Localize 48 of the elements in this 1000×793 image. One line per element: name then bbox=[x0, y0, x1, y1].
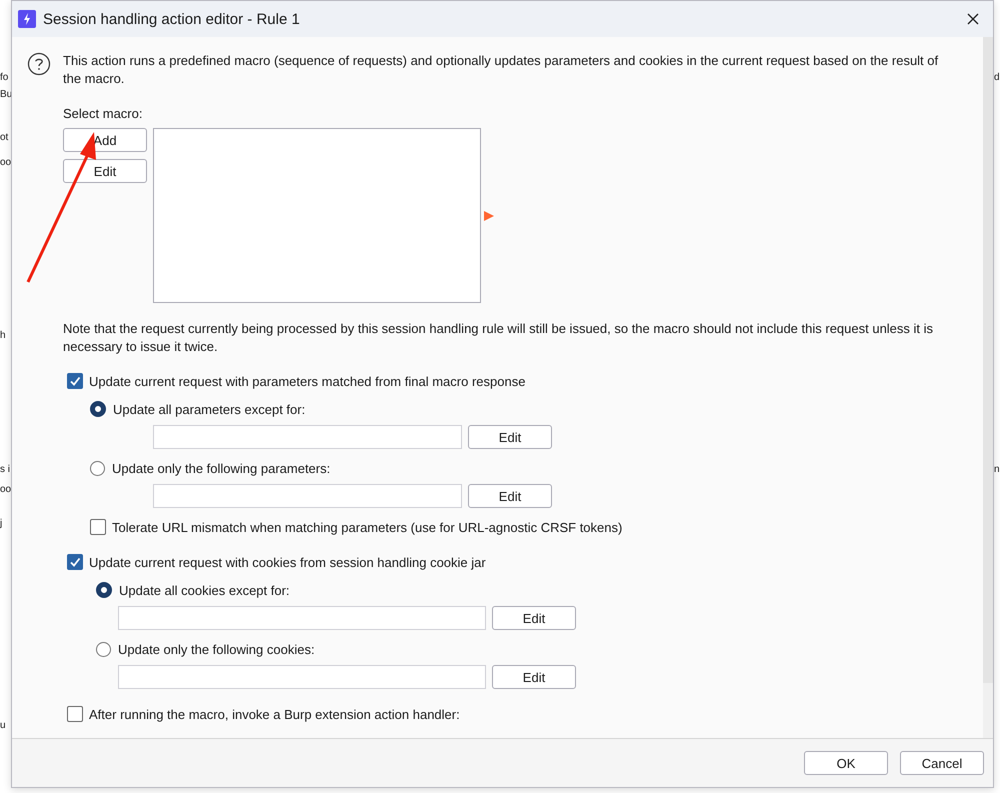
checkbox[interactable] bbox=[67, 554, 83, 570]
triangle-icon bbox=[484, 210, 494, 220]
option-label: Update current request with cookies from session handling cookie jar bbox=[89, 554, 486, 570]
checkbox[interactable] bbox=[67, 373, 83, 389]
option-label: Update all cookies except for: bbox=[119, 582, 290, 598]
radio-button[interactable] bbox=[90, 401, 106, 417]
macro-button[interactable]: Add bbox=[63, 128, 147, 152]
background-text: oo bbox=[0, 157, 12, 169]
option-label: Update all parameters except for: bbox=[113, 402, 306, 416]
background-text: h bbox=[0, 330, 6, 342]
background-text: s i bbox=[0, 464, 10, 476]
macro-button[interactable]: Edit bbox=[63, 159, 147, 183]
background-text: fo bbox=[0, 72, 8, 84]
radio-button[interactable] bbox=[96, 642, 111, 656]
window-title: Session handling action editor - Rule 1 bbox=[43, 10, 301, 28]
dialog-button[interactable]: Cancel bbox=[900, 751, 984, 775]
check-icon bbox=[68, 374, 82, 388]
radio-button[interactable] bbox=[90, 460, 105, 476]
checkbox[interactable] bbox=[67, 706, 83, 722]
option-label: Update only the following parameters: bbox=[112, 460, 330, 476]
input-field[interactable] bbox=[153, 484, 462, 508]
background-text: oo bbox=[0, 484, 12, 496]
background-text: u bbox=[0, 720, 6, 732]
background-text: j bbox=[0, 518, 2, 530]
option-label: Update only the following cookies: bbox=[118, 642, 315, 656]
input-field[interactable] bbox=[118, 606, 486, 630]
edit-button[interactable]: Edit bbox=[492, 665, 576, 689]
checkbox[interactable] bbox=[90, 519, 106, 535]
input-field[interactable] bbox=[118, 665, 486, 689]
background-text: n bbox=[994, 464, 1000, 476]
option-label: After running the macro, invoke a Burp extension action handler: bbox=[89, 706, 460, 722]
help-icon bbox=[27, 52, 51, 76]
dialog-button[interactable]: OK bbox=[804, 751, 888, 775]
edit-button[interactable]: Edit bbox=[468, 484, 552, 508]
background-text: ot bbox=[0, 132, 8, 144]
close-icon bbox=[967, 13, 979, 25]
background-text: d bbox=[994, 72, 1000, 84]
note-text: Note that the request currently being processed by this session handling rule will still be issued, so the macro should not include this request unless it is necessary to issue it twice. bbox=[63, 320, 934, 356]
check-icon bbox=[68, 555, 82, 569]
select-macro-label: Select macro: bbox=[63, 105, 144, 123]
option-label: Tolerate URL mismatch when matching parameters (use for URL-agnostic CRSF tokens) bbox=[112, 520, 622, 534]
option-label: Update current request with parameters matched from final macro response bbox=[89, 374, 526, 388]
description-text: This action runs a predefined macro (sequence of requests) and optionally updates parameters and cookies in the current request based on the result of the macro. bbox=[63, 52, 940, 88]
edit-button[interactable]: Edit bbox=[468, 425, 552, 449]
lightning-icon bbox=[18, 10, 36, 28]
radio-button[interactable] bbox=[96, 582, 112, 598]
edit-button[interactable]: Edit bbox=[492, 606, 576, 630]
input-field[interactable] bbox=[153, 425, 462, 449]
